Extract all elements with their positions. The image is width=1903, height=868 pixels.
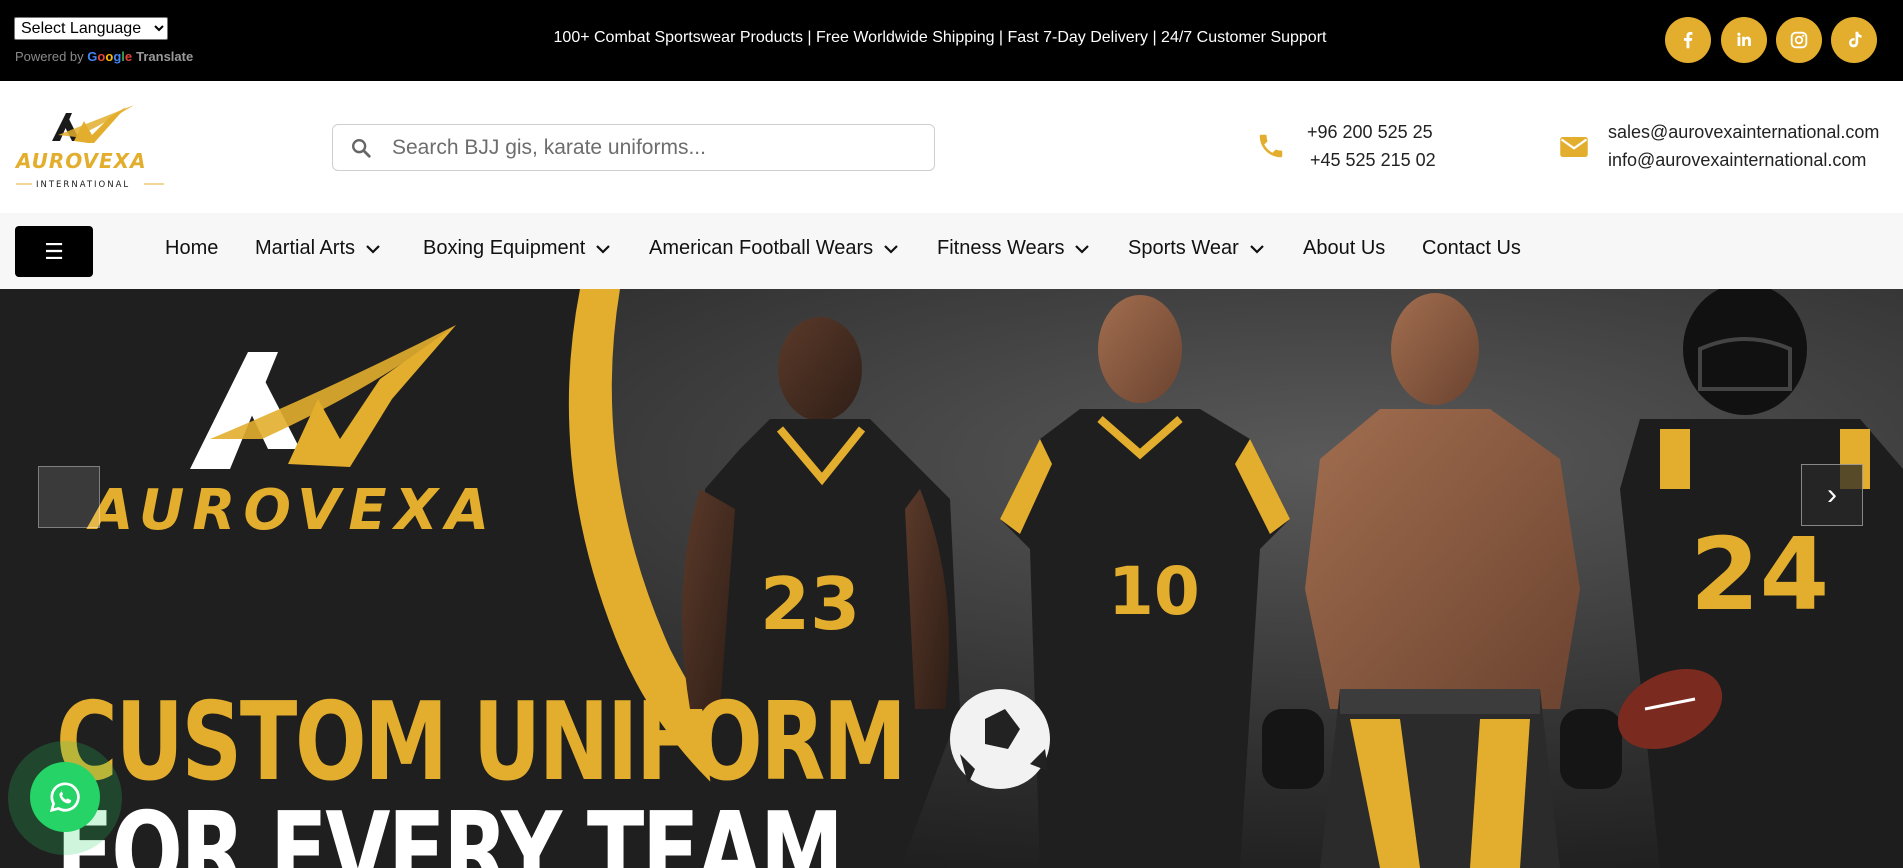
chevron-right-icon: › bbox=[1827, 478, 1837, 511]
chevron-down-icon bbox=[1075, 244, 1090, 254]
slider-prev-button[interactable] bbox=[38, 466, 100, 528]
top-bar: Select Language Powered by Google Transla… bbox=[0, 0, 1903, 81]
nav-item-fitness-wears[interactable]: Fitness Wears bbox=[937, 237, 1090, 260]
nav-item-home[interactable]: Home bbox=[165, 237, 218, 260]
site-header bbox=[0, 81, 1903, 213]
nav-label: Fitness Wears bbox=[937, 237, 1065, 259]
linkedin-icon bbox=[1737, 32, 1751, 46]
envelope-icon bbox=[1560, 137, 1588, 157]
nav-item-contact-us[interactable]: Contact Us bbox=[1422, 237, 1521, 260]
hero-brand-wordmark: AUROVEXA bbox=[90, 478, 498, 543]
slider-next-button[interactable]: › bbox=[1801, 464, 1863, 526]
phone-icon bbox=[1259, 134, 1283, 158]
nav-label: American Football Wears bbox=[649, 237, 874, 259]
hamburger-icon: ☰ bbox=[44, 238, 64, 264]
nav-label: Martial Arts bbox=[255, 237, 356, 259]
linkedin-link[interactable] bbox=[1721, 17, 1767, 63]
chevron-down-icon bbox=[884, 244, 898, 254]
aurovexa-logo[interactable]: AUROVEXA INTERNATIONAL bbox=[14, 101, 166, 193]
nav-item-boxing-equipment[interactable]: Boxing Equipment bbox=[423, 237, 611, 260]
chevron-down-icon bbox=[1250, 244, 1264, 254]
chevron-down-icon bbox=[596, 244, 611, 254]
translate-label: Translate bbox=[136, 49, 194, 64]
announcement-text: 100+ Combat Sportswear Products | Free W… bbox=[553, 29, 1327, 46]
hero-slider: 23 10 24 AUROVEXA CUSTOM UNIFORM FOR EVE… bbox=[0, 289, 1903, 868]
hamburger-menu-button[interactable]: ☰ bbox=[15, 226, 93, 277]
hero-headline-line2: FOR EVERY TEAM bbox=[56, 790, 844, 868]
jersey-number-10: 10 bbox=[1108, 553, 1200, 630]
email-info[interactable]: info@aurovexainternational.com bbox=[1608, 150, 1866, 171]
instagram-link[interactable] bbox=[1776, 17, 1822, 63]
search-input[interactable] bbox=[392, 135, 912, 160]
search-bar[interactable] bbox=[332, 124, 935, 171]
logo-wordmark: AUROVEXA bbox=[14, 149, 147, 173]
tiktok-link[interactable] bbox=[1831, 17, 1877, 63]
tiktok-icon bbox=[1849, 31, 1862, 48]
jersey-number-24: 24 bbox=[1690, 516, 1829, 633]
nav-label: Home bbox=[165, 237, 219, 259]
nav-item-sports-wear[interactable]: Sports Wear bbox=[1128, 237, 1265, 260]
logo-subtitle: INTERNATIONAL bbox=[36, 180, 130, 190]
jersey-number-23: 23 bbox=[760, 562, 860, 646]
nav-label: Sports Wear bbox=[1128, 237, 1239, 259]
nav-item-martial-arts[interactable]: Martial Arts bbox=[255, 237, 381, 260]
phone-number-2[interactable]: +45 525 215 02 bbox=[1310, 150, 1436, 171]
phone-number-1[interactable]: +96 200 525 25 bbox=[1307, 122, 1433, 143]
nav-label: Contact Us bbox=[1422, 237, 1521, 259]
nav-label: Boxing Equipment bbox=[423, 237, 586, 259]
facebook-icon bbox=[1683, 32, 1693, 49]
nav-label: About Us bbox=[1303, 237, 1386, 259]
hero-headline-line1: CUSTOM UNIFORM bbox=[56, 680, 907, 805]
nav-item-american-football-wears[interactable]: American Football Wears bbox=[649, 237, 899, 260]
google-wordmark[interactable]: Google bbox=[87, 49, 132, 64]
chevron-down-icon bbox=[366, 244, 380, 254]
powered-by-label: Powered by bbox=[15, 49, 84, 64]
instagram-icon bbox=[1790, 31, 1808, 49]
email-sales[interactable]: sales@aurovexainternational.com bbox=[1608, 122, 1879, 143]
facebook-link[interactable] bbox=[1665, 17, 1711, 63]
search-icon bbox=[352, 138, 371, 158]
whatsapp-chat-button[interactable] bbox=[30, 762, 100, 832]
google-translate-credit: Powered by Google Translate bbox=[15, 49, 193, 64]
nav-item-about-us[interactable]: About Us bbox=[1303, 237, 1385, 260]
whatsapp-icon bbox=[49, 782, 80, 813]
